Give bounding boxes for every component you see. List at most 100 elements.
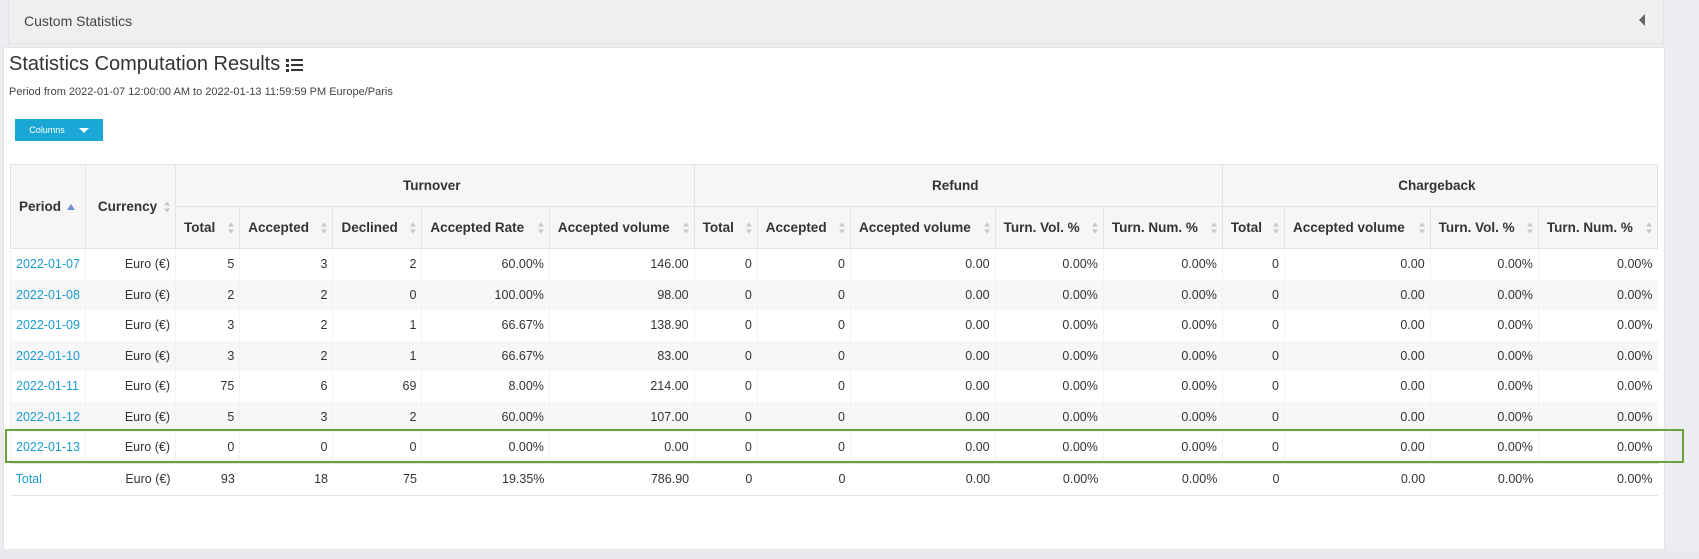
period-range-text: Period from 2022-01-07 12:00:00 AM to 20… <box>9 86 393 98</box>
sort-icon <box>1091 222 1098 233</box>
value-cell: 0 <box>756 248 851 280</box>
value-cell: 2 <box>174 279 240 310</box>
value-cell: 0 <box>332 432 422 463</box>
header-chargeback-turn-num[interactable]: Turn. Num. % <box>1537 206 1659 249</box>
caret-left-icon[interactable] <box>1639 14 1645 26</box>
header-turnover-declined[interactable]: Declined <box>332 206 423 249</box>
header-turnover-accepted-rate[interactable]: Accepted Rate <box>421 206 550 249</box>
period-cell[interactable]: 2022-01-09 <box>10 310 86 341</box>
value-cell: 8.00% <box>421 371 550 402</box>
value-cell: 60.00% <box>421 401 550 432</box>
period-link[interactable]: 2022-01-09 <box>16 318 80 332</box>
period-cell[interactable]: 2022-01-13 <box>10 432 86 463</box>
header-chargeback-total[interactable]: Total <box>1221 206 1285 249</box>
custom-statistics-panel[interactable]: Custom Statistics <box>8 0 1664 44</box>
value-cell: 0.00 <box>548 432 695 463</box>
sort-icon <box>321 222 328 233</box>
value-cell: 0 <box>756 401 851 432</box>
value-cell: 83.00 <box>548 340 695 371</box>
period-cell[interactable]: 2022-01-10 <box>10 340 86 371</box>
value-cell: 0.00% <box>994 248 1104 280</box>
value-cell: 0 <box>1221 248 1285 280</box>
sort-icon <box>983 222 990 233</box>
period-cell[interactable]: 2022-01-12 <box>10 401 86 432</box>
period-cell[interactable]: 2022-01-07 <box>10 248 86 280</box>
header-label: Declined <box>341 220 398 235</box>
total-cell[interactable]: Total <box>10 462 86 496</box>
header-turnover-label: Turnover <box>403 178 461 193</box>
header-turnover-accepted[interactable]: Accepted <box>239 206 334 249</box>
sort-icon <box>410 222 417 233</box>
value-cell: 0.00% <box>1102 432 1223 463</box>
table-row: 2022-01-11 Euro (€) 75 6 69 8.00% 214.00 0 0 0.00… <box>10 371 1658 402</box>
header-label: Turn. Num. % <box>1111 220 1198 235</box>
value-cell: 0 <box>693 340 758 371</box>
header-chargeback-accepted-volume[interactable]: Accepted volume <box>1283 206 1431 249</box>
header-refund-total[interactable]: Total <box>693 206 758 249</box>
columns-dropdown-button[interactable]: Columns <box>15 119 103 141</box>
value-cell: 0.00 <box>850 432 996 463</box>
period-cell[interactable]: 2022-01-11 <box>10 371 86 402</box>
value-cell: 3 <box>174 340 240 371</box>
statistics-table: Period Currency Turnover Refund Chargeba… <box>10 164 1659 496</box>
total-link[interactable]: Total <box>16 472 42 486</box>
value-cell: 0 <box>693 279 758 310</box>
results-panel: Statistics Computation Results Period fr… <box>3 47 1665 550</box>
total-value-cell: 0.00 <box>1284 462 1431 496</box>
header-period-label: Period <box>19 199 62 214</box>
header-period[interactable]: Period <box>10 164 86 249</box>
results-title-text: Statistics Computation Results <box>9 53 281 75</box>
header-chargeback-turn-vol[interactable]: Turn. Vol. % <box>1429 206 1539 249</box>
value-cell: 0.00% <box>1102 401 1223 432</box>
currency-cell: Euro (€) <box>85 462 176 496</box>
value-cell: 0.00% <box>1429 432 1539 463</box>
value-cell: 0.00 <box>1283 340 1431 371</box>
header-refund-turn-vol[interactable]: Turn. Vol. % <box>994 206 1104 249</box>
list-icon[interactable] <box>286 58 304 72</box>
header-label: Turn. Vol. % <box>1438 220 1515 235</box>
period-link[interactable]: 2022-01-07 <box>16 257 80 271</box>
period-link[interactable]: 2022-01-11 <box>16 379 79 393</box>
period-link[interactable]: 2022-01-10 <box>16 349 80 363</box>
value-cell: 3 <box>174 310 240 341</box>
value-cell: 0.00% <box>1537 371 1658 402</box>
value-cell: 107.00 <box>548 401 695 432</box>
value-cell: 0.00% <box>1537 248 1658 280</box>
header-turnover-accepted-volume[interactable]: Accepted volume <box>548 206 695 249</box>
value-cell: 3 <box>239 248 333 280</box>
currency-cell: Euro (€) <box>85 432 176 463</box>
value-cell: 0.00% <box>1102 248 1223 280</box>
value-cell: 0 <box>693 248 758 280</box>
value-cell: 0 <box>693 310 758 341</box>
period-link[interactable]: 2022-01-13 <box>16 440 80 454</box>
header-currency[interactable]: Currency <box>85 164 176 249</box>
value-cell: 0.00% <box>1102 371 1223 402</box>
value-cell: 0.00 <box>1283 371 1431 402</box>
period-link[interactable]: 2022-01-12 <box>16 410 80 424</box>
value-cell: 0.00% <box>1102 279 1223 310</box>
header-chargeback-label: Chargeback <box>1398 178 1476 193</box>
value-cell: 0 <box>693 432 758 463</box>
table-footer: Total Euro (€) 93 18 75 19.35% 786.90 0 0 0.00 0.0… <box>10 462 1658 496</box>
total-value-cell: 93 <box>175 462 240 496</box>
header-refund-accepted-volume[interactable]: Accepted volume <box>850 206 996 249</box>
period-link[interactable]: 2022-01-08 <box>16 288 80 302</box>
header-refund-turn-num[interactable]: Turn. Num. % <box>1102 206 1223 249</box>
value-cell: 2 <box>239 279 333 310</box>
value-cell: 2 <box>332 401 422 432</box>
header-turnover-total[interactable]: Total <box>174 206 241 249</box>
value-cell: 0.00% <box>1537 401 1658 432</box>
total-value-cell: 0 <box>694 462 758 496</box>
total-value-cell: 0.00% <box>1538 462 1658 496</box>
period-cell[interactable]: 2022-01-08 <box>10 279 86 310</box>
table-row: 2022-01-13 Euro (€) 0 0 0 0.00% 0.00 0 0 0.00 0.00… <box>10 432 1658 463</box>
value-cell: 98.00 <box>548 279 695 310</box>
header-refund-accepted[interactable]: Accepted <box>756 206 852 249</box>
sort-icon <box>839 222 845 233</box>
table-row: 2022-01-12 Euro (€) 5 3 2 60.00% 107.00 0 0 0.00 0… <box>10 401 1658 432</box>
value-cell: 0 <box>1221 310 1285 341</box>
value-cell: 0 <box>693 401 758 432</box>
table-row: 2022-01-07 Euro (€) 5 3 2 60.00% 146.00 0 0 0.00 0… <box>10 248 1658 280</box>
value-cell: 6 <box>239 371 333 402</box>
value-cell: 100.00% <box>421 279 550 310</box>
